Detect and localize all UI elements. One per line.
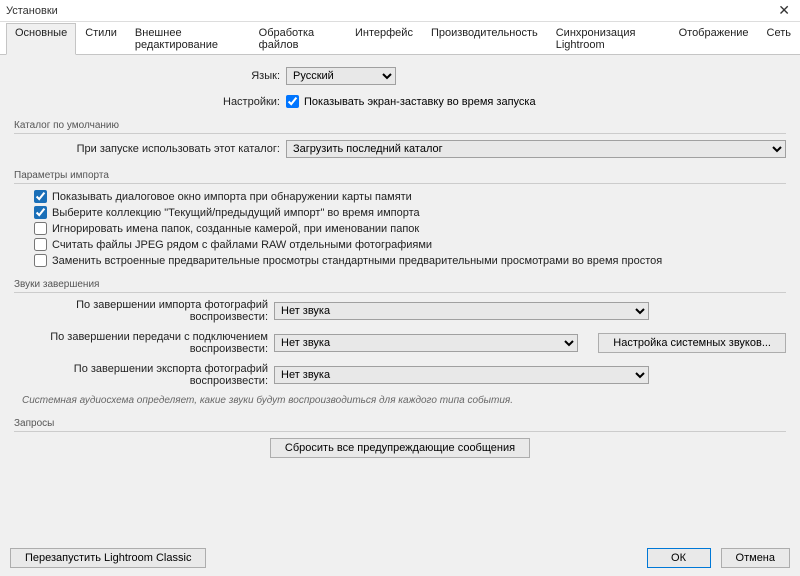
tab-file-handling[interactable]: Обработка файлов	[250, 23, 346, 55]
group-prompts-title: Запросы	[14, 418, 786, 429]
tabs: Основные Стили Внешнее редактирование Об…	[0, 22, 800, 55]
import-chk-3[interactable]	[34, 222, 47, 235]
group-sounds: Звуки завершения По завершении импорта ф…	[14, 279, 786, 406]
settings-label: Настройки:	[14, 96, 286, 108]
sound-select-1[interactable]: Нет звука	[274, 302, 649, 320]
import-lbl-5: Заменить встроенные предварительные прос…	[52, 255, 662, 267]
sound-select-2[interactable]: Нет звука	[274, 334, 578, 352]
tab-performance[interactable]: Производительность	[422, 23, 547, 55]
system-sounds-button[interactable]: Настройка системных звуков...	[598, 333, 786, 353]
restart-button[interactable]: Перезапустить Lightroom Classic	[10, 548, 206, 568]
group-import-title: Параметры импорта	[14, 170, 786, 181]
cancel-button[interactable]: Отмена	[721, 548, 790, 568]
sound-select-3[interactable]: Нет звука	[274, 366, 649, 384]
tab-general[interactable]: Основные	[6, 23, 76, 55]
tab-sync[interactable]: Синхронизация Lightroom	[547, 23, 670, 55]
import-chk-1[interactable]	[34, 190, 47, 203]
splash-label: Показывать экран-заставку во время запус…	[304, 96, 536, 108]
sounds-note: Системная аудиосхема определяет, какие з…	[22, 395, 786, 406]
import-chk-5[interactable]	[34, 254, 47, 267]
catalog-select[interactable]: Загрузить последний каталог	[286, 140, 786, 158]
import-lbl-1: Показывать диалоговое окно импорта при о…	[52, 191, 412, 203]
import-lbl-3: Игнорировать имена папок, созданные каме…	[52, 223, 419, 235]
group-catalog: Каталог по умолчанию При запуске использ…	[14, 120, 786, 158]
import-lbl-4: Считать файлы JPEG рядом с файлами RAW о…	[52, 239, 432, 251]
sound-lbl-2: По завершении передачи с подключением во…	[14, 331, 274, 355]
sound-lbl-1: По завершении импорта фотографий воспрои…	[14, 299, 274, 323]
window-title: Установки	[6, 5, 58, 17]
import-chk-4[interactable]	[34, 238, 47, 251]
group-sounds-title: Звуки завершения	[14, 279, 786, 290]
close-icon[interactable]: ✕	[774, 2, 794, 19]
footer: Перезапустить Lightroom Classic ОК Отмен…	[10, 548, 790, 568]
ok-button[interactable]: ОК	[647, 548, 711, 568]
import-chk-2[interactable]	[34, 206, 47, 219]
tab-presets[interactable]: Стили	[76, 23, 126, 55]
content: Язык: Русский Настройки: Показывать экра…	[0, 55, 800, 458]
tab-display[interactable]: Отображение	[670, 23, 758, 55]
titlebar: Установки ✕	[0, 0, 800, 22]
group-import: Параметры импорта Показывать диалоговое …	[14, 170, 786, 267]
tab-external-editing[interactable]: Внешнее редактирование	[126, 23, 250, 55]
splash-checkbox[interactable]	[286, 95, 299, 108]
tab-interface[interactable]: Интерфейс	[346, 23, 422, 55]
catalog-label: При запуске использовать этот каталог:	[14, 143, 286, 155]
sound-lbl-3: По завершении экспорта фотографий воспро…	[14, 363, 274, 387]
group-prompts: Запросы Сбросить все предупреждающие соо…	[14, 418, 786, 458]
language-select[interactable]: Русский	[286, 67, 396, 85]
reset-warnings-button[interactable]: Сбросить все предупреждающие сообщения	[270, 438, 530, 458]
tab-network[interactable]: Сеть	[758, 23, 800, 55]
group-catalog-title: Каталог по умолчанию	[14, 120, 786, 131]
language-label: Язык:	[14, 70, 286, 82]
import-lbl-2: Выберите коллекцию "Текущий/предыдущий и…	[52, 207, 420, 219]
